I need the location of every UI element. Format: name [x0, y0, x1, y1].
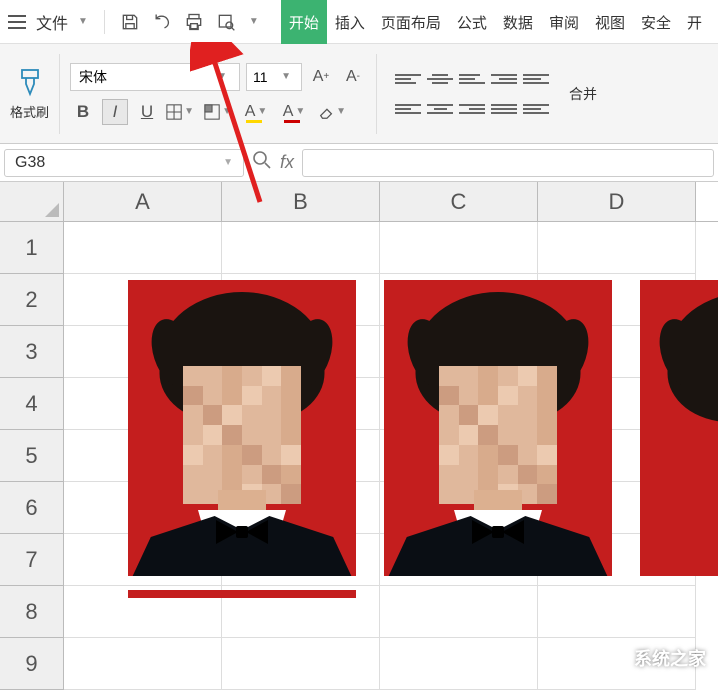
- row-header[interactable]: 3: [0, 326, 64, 378]
- column-header[interactable]: D: [538, 182, 696, 221]
- id-photo-edge: [128, 590, 356, 598]
- chevron-down-icon: ▼: [217, 71, 227, 82]
- align-middle-icon[interactable]: [427, 69, 453, 89]
- print-icon[interactable]: [181, 9, 207, 35]
- tab-insert[interactable]: 插入: [327, 0, 373, 44]
- column-header[interactable]: B: [222, 182, 380, 221]
- watermark-logo-icon: [592, 640, 628, 676]
- formula-input[interactable]: [302, 149, 714, 177]
- font-color-button[interactable]: A ▼: [280, 99, 312, 125]
- grid-row: 1: [0, 222, 718, 274]
- fill-border-button[interactable]: ▼: [204, 99, 236, 125]
- name-box[interactable]: G38 ▼: [4, 149, 244, 177]
- chevron-down-icon: ▼: [281, 71, 291, 82]
- decrease-font-icon[interactable]: A-: [340, 64, 366, 90]
- cell[interactable]: [538, 222, 696, 274]
- tab-data[interactable]: 数据: [495, 0, 541, 44]
- formula-bar-row: G38 ▼ fx: [0, 144, 718, 182]
- menubar: 文件 ▼ ▼ 开始 插入 页面布局 公式 数据 审阅 视图 安全 开: [0, 0, 718, 44]
- cell[interactable]: [64, 222, 222, 274]
- font-name-select[interactable]: 宋体 ▼: [70, 63, 240, 91]
- cell[interactable]: [64, 638, 222, 690]
- tab-view[interactable]: 视图: [587, 0, 633, 44]
- align-right-icon[interactable]: [459, 99, 485, 119]
- file-menu[interactable]: 文件: [36, 10, 68, 34]
- cell[interactable]: [538, 586, 696, 638]
- italic-button[interactable]: I: [102, 99, 128, 125]
- border-button[interactable]: ▼: [166, 99, 198, 125]
- row-header[interactable]: 1: [0, 222, 64, 274]
- tab-dev[interactable]: 开: [679, 0, 710, 44]
- align-top-icon[interactable]: [395, 69, 421, 89]
- font-group: 宋体 ▼ 11 ▼ A+ A- B I U ▼ ▼ A: [70, 63, 366, 125]
- column-header-row: A B C D: [0, 182, 718, 222]
- grid-row: 8: [0, 586, 718, 638]
- wrap-text-icon[interactable]: [523, 99, 549, 119]
- id-photo[interactable]: [640, 280, 718, 576]
- ribbon: 格式刷 宋体 ▼ 11 ▼ A+ A- B I U ▼: [0, 44, 718, 144]
- watermark-text: 系统之家: [634, 645, 706, 671]
- chevron-down-icon[interactable]: ▼: [78, 16, 88, 27]
- column-header[interactable]: C: [380, 182, 538, 221]
- highlight-button[interactable]: A ▼: [242, 99, 274, 125]
- indent-decrease-icon[interactable]: [491, 69, 517, 89]
- underline-button[interactable]: U: [134, 99, 160, 125]
- separator: [59, 54, 60, 134]
- cell[interactable]: [222, 638, 380, 690]
- spreadsheet-grid: A B C D 123456789: [0, 182, 718, 690]
- hamburger-icon[interactable]: [8, 15, 26, 29]
- select-all-corner[interactable]: [0, 182, 64, 221]
- save-icon[interactable]: [117, 9, 143, 35]
- undo-icon[interactable]: [149, 9, 175, 35]
- cell[interactable]: [380, 222, 538, 274]
- cell[interactable]: [380, 638, 538, 690]
- id-photo[interactable]: [384, 280, 612, 576]
- align-justify-icon[interactable]: [491, 99, 517, 119]
- format-painter-group[interactable]: 格式刷: [10, 66, 49, 121]
- tab-security[interactable]: 安全: [633, 0, 679, 44]
- row-header[interactable]: 5: [0, 430, 64, 482]
- eraser-button[interactable]: ▼: [318, 99, 350, 125]
- row-header[interactable]: 7: [0, 534, 64, 586]
- row-header[interactable]: 6: [0, 482, 64, 534]
- cell[interactable]: [222, 222, 380, 274]
- watermark: 系统之家: [592, 640, 706, 676]
- tab-bar: 开始 插入 页面布局 公式 数据 审阅 视图 安全 开: [281, 0, 710, 44]
- row-header[interactable]: 2: [0, 274, 64, 326]
- font-size-select[interactable]: 11 ▼: [246, 63, 302, 91]
- bold-button[interactable]: B: [70, 99, 96, 125]
- align-left-icon[interactable]: [395, 99, 421, 119]
- brush-icon: [14, 66, 46, 98]
- align-center-icon[interactable]: [427, 99, 453, 119]
- zoom-icon[interactable]: [252, 150, 272, 175]
- fx-icon[interactable]: fx: [280, 152, 294, 173]
- cell-reference: G38: [15, 154, 45, 172]
- merge-button[interactable]: 合并: [569, 84, 597, 104]
- tab-review[interactable]: 审阅: [541, 0, 587, 44]
- cell[interactable]: [380, 586, 538, 638]
- tab-start[interactable]: 开始: [281, 0, 327, 44]
- tab-pagelayout[interactable]: 页面布局: [373, 0, 449, 44]
- chevron-down-icon[interactable]: ▼: [249, 16, 259, 27]
- tab-formula[interactable]: 公式: [449, 0, 495, 44]
- align-bottom-icon[interactable]: [459, 69, 485, 89]
- separator: [104, 10, 105, 34]
- font-size-value: 11: [253, 69, 268, 85]
- increase-font-icon[interactable]: A+: [308, 64, 334, 90]
- column-header[interactable]: A: [64, 182, 222, 221]
- indent-increase-icon[interactable]: [523, 69, 549, 89]
- align-group: [395, 69, 549, 119]
- format-painter-label: 格式刷: [10, 102, 49, 121]
- photo-images: [128, 280, 718, 576]
- row-header[interactable]: 8: [0, 586, 64, 638]
- row-header[interactable]: 4: [0, 378, 64, 430]
- chevron-down-icon: ▼: [223, 157, 233, 168]
- row-header[interactable]: 9: [0, 638, 64, 690]
- font-name-value: 宋体: [79, 67, 107, 87]
- preview-icon[interactable]: [213, 9, 239, 35]
- separator: [376, 54, 377, 134]
- id-photo[interactable]: [128, 280, 356, 576]
